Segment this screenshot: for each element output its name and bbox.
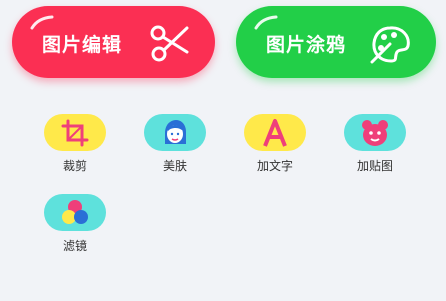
tool-beauty-pill	[144, 114, 206, 151]
scissors-icon	[150, 25, 189, 62]
tool-filter[interactable]: 滤镜	[42, 194, 108, 254]
tool-add-sticker[interactable]: 加贴图	[342, 114, 408, 174]
tool-add-sticker-label: 加贴图	[356, 159, 393, 173]
tool-add-sticker-pill	[344, 114, 406, 151]
image-edit-button[interactable]: 图片编辑	[12, 6, 215, 78]
tool-beauty[interactable]: 美肤	[142, 114, 208, 174]
tool-add-text-label: 加文字	[256, 159, 293, 173]
gloss-highlight-icon	[254, 15, 278, 30]
image-doodle-button[interactable]: 图片涂鸦	[236, 6, 436, 78]
tool-filter-label: 滤镜	[62, 239, 87, 253]
tool-add-text-pill	[244, 114, 306, 151]
filter-circles-icon	[62, 199, 88, 224]
bear-sticker-icon	[362, 119, 388, 146]
tool-add-text[interactable]: 加文字	[242, 114, 308, 174]
crop-icon	[61, 119, 89, 146]
image-doodle-label: 图片涂鸦	[266, 34, 347, 56]
tool-crop-label: 裁剪	[62, 159, 87, 173]
palette-brush-icon	[370, 26, 410, 64]
tool-filter-pill	[44, 194, 106, 231]
tool-crop-pill	[44, 114, 106, 151]
image-edit-label: 图片编辑	[42, 34, 123, 56]
tool-beauty-label: 美肤	[162, 159, 187, 173]
text-icon	[263, 118, 287, 147]
gloss-highlight-icon	[30, 15, 54, 30]
tool-crop[interactable]: 裁剪	[42, 114, 108, 174]
face-icon	[165, 119, 186, 144]
